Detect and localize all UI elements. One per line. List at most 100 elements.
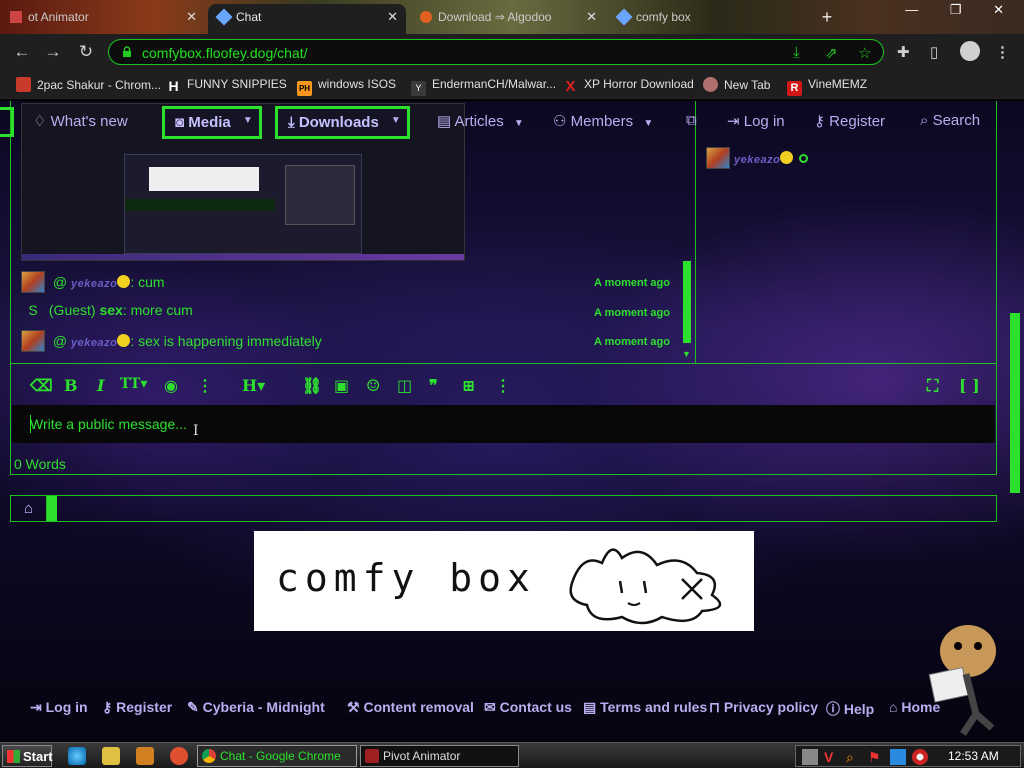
taskbar-item-pivot[interactable]: Pivot Animator — [360, 745, 519, 767]
footer-register[interactable]: ⚷ Register — [102, 699, 172, 716]
share-icon[interactable]: ⇗ — [825, 44, 838, 62]
image-icon[interactable]: ▣ — [334, 376, 349, 395]
nav-search[interactable]: ⌕ Search — [920, 112, 980, 129]
bbcode-toggle-icon[interactable]: [ ] — [959, 376, 980, 395]
new-tab-button[interactable]: + — [812, 4, 842, 34]
bookmark-2pac[interactable]: 2pac Shakur - Chrom... — [16, 77, 161, 92]
nav-downloads[interactable]: ⤓ Downloads ▼ — [275, 106, 410, 139]
quote-icon[interactable]: ❞ — [429, 376, 438, 395]
taskbar-item-chrome[interactable]: Chat - Google Chrome — [197, 745, 357, 767]
close-tab-icon[interactable]: ✕ — [186, 4, 197, 30]
more-options-icon[interactable]: ⋮ — [197, 376, 213, 395]
chevron-down-icon[interactable]: ▼ — [243, 115, 253, 126]
link-icon[interactable]: ⛓ — [302, 376, 322, 395]
page-scrollbar-thumb[interactable] — [1010, 313, 1020, 493]
italic-button[interactable]: I — [97, 376, 104, 395]
tab-comfy-box[interactable]: comfy box — [608, 4, 808, 34]
clock[interactable]: 12:53 AM — [948, 749, 999, 763]
more-options-icon[interactable]: ⋮ — [495, 376, 511, 395]
comfybox-favicon-icon — [215, 8, 233, 26]
extensions-puzzle-icon[interactable]: ✚ — [897, 43, 910, 61]
footer-contact-us[interactable]: ✉ Contact us — [484, 699, 572, 716]
footer-content-removal[interactable]: ⚒ Content removal — [347, 699, 474, 716]
palette-icon[interactable]: ◉ — [164, 376, 178, 395]
text-size-button[interactable]: TT▾ — [120, 376, 147, 392]
nav-articles[interactable]: ▤ Articles ▼ — [437, 112, 524, 130]
username[interactable]: yekeazo — [71, 337, 117, 349]
nav-log-in[interactable]: ⇥ Log in — [727, 112, 785, 130]
close-tab-icon[interactable]: ✕ — [387, 4, 398, 30]
nav-members[interactable]: ⚇ Members ▼ — [553, 112, 653, 130]
forward-arrow-icon[interactable]: → — [43, 42, 63, 62]
bookmark-windows-isos[interactable]: PH windows ISOS — [297, 77, 396, 96]
tray-status-icon[interactable] — [912, 749, 928, 765]
scroll-down-arrow-icon[interactable]: ▼ — [682, 349, 691, 359]
tab-pivot-animator[interactable]: ot Animator ✕ — [0, 4, 205, 34]
heading-button[interactable]: H▾ — [242, 376, 265, 395]
chevron-down-icon[interactable]: ▼ — [514, 118, 524, 129]
flag-icon[interactable]: ⚑ — [868, 749, 884, 765]
nav-whats-new[interactable]: ♢ What's new — [33, 112, 128, 130]
chat-scrollbar[interactable]: ▼ — [681, 261, 693, 361]
search-icon[interactable]: ⌕ — [846, 749, 862, 765]
avatar[interactable] — [21, 271, 45, 293]
close-tab-icon[interactable]: ✕ — [586, 4, 597, 30]
nav-toggle[interactable] — [0, 107, 14, 137]
bookmark-star-icon[interactable]: ☆ — [858, 44, 871, 62]
menu-kebab-icon[interactable]: ⋮ — [995, 43, 1010, 61]
nav-register[interactable]: ⚷ Register — [814, 112, 885, 130]
key-icon: ⚷ — [102, 699, 113, 715]
breadcrumb-item[interactable] — [47, 496, 57, 521]
side-panel-icon[interactable]: ▯ — [930, 43, 938, 61]
scrollbar-thumb[interactable] — [683, 261, 691, 343]
chevron-down-icon[interactable]: ▼ — [643, 118, 653, 129]
table-icon[interactable]: ⊞ — [462, 376, 475, 395]
internet-explorer-icon[interactable] — [68, 747, 86, 765]
window-controls[interactable]: — ❐ ✕ — [905, 2, 1018, 18]
chat-bubble-icon[interactable]: ⧉ — [686, 112, 697, 129]
bookmark-funny-snippies[interactable]: H FUNNY SNIPPIES — [166, 77, 286, 94]
profile-avatar-icon[interactable] — [960, 41, 980, 61]
home-icon[interactable]: ⌂ — [11, 496, 47, 521]
fullscreen-icon[interactable]: ⛶ — [927, 376, 938, 396]
online-user[interactable]: yekeazo — [706, 147, 809, 169]
bookmark-vinememz[interactable]: R VineMEMZ — [787, 77, 867, 96]
site-logo-banner[interactable]: comfy box — [254, 531, 754, 631]
footer-terms[interactable]: ▤ Terms and rules — [583, 699, 707, 716]
bookmark-xp-horror[interactable]: X XP Horror Download — [563, 77, 693, 94]
username[interactable]: yekeazo — [71, 278, 117, 290]
antivirus-icon[interactable]: V — [824, 749, 840, 765]
chevron-down-icon[interactable]: ▼ — [391, 115, 401, 126]
tab-chat[interactable]: Chat ✕ — [208, 4, 406, 34]
folder-icon[interactable] — [102, 747, 120, 765]
bookmark-endermanch[interactable]: Y EndermanCH/Malwar... — [411, 77, 556, 96]
gavel-icon: ⚒ — [347, 699, 360, 715]
footer-log-in[interactable]: ⇥ Log in — [30, 699, 88, 716]
footer-privacy[interactable]: ⊓ Privacy policy — [709, 699, 818, 716]
address-bar[interactable]: comfybox.floofey.dog/chat/ ⤓ ⇗ ☆ — [108, 39, 884, 65]
install-app-icon[interactable]: ⤓ — [793, 44, 800, 61]
avatar[interactable] — [706, 147, 730, 169]
eraser-icon[interactable]: ⌫ — [30, 376, 53, 395]
nav-media[interactable]: ◙ Media ▼ — [162, 106, 262, 139]
media-icon[interactable]: ◫ — [397, 376, 412, 395]
app-quicklaunch-icon[interactable] — [170, 747, 188, 765]
media-player-icon[interactable] — [136, 747, 154, 765]
footer-help[interactable]: ⓘ Help — [826, 699, 874, 719]
brush-icon: ✎ — [187, 699, 199, 715]
avatar[interactable] — [21, 330, 45, 352]
bookmark-new-tab[interactable]: New Tab — [703, 77, 770, 92]
start-button[interactable]: Start — [2, 745, 53, 767]
back-arrow-icon[interactable]: ← — [12, 42, 32, 62]
footer-style-chooser[interactable]: ✎ Cyberia - Midnight — [187, 699, 325, 716]
question-icon: ⓘ — [826, 701, 840, 717]
smiley-icon — [780, 151, 794, 164]
smilie-icon[interactable]: ☺ — [366, 376, 380, 395]
username[interactable]: yekeazo — [734, 154, 780, 166]
tray-app-icon[interactable] — [802, 749, 818, 765]
network-icon[interactable] — [890, 749, 906, 765]
message-text: : more cum — [122, 302, 193, 318]
tab-algodoo[interactable]: Download ⇒ Algodoo ✕ — [410, 4, 605, 34]
bold-button[interactable]: B — [64, 376, 78, 395]
reload-icon[interactable]: ↻ — [76, 42, 96, 62]
